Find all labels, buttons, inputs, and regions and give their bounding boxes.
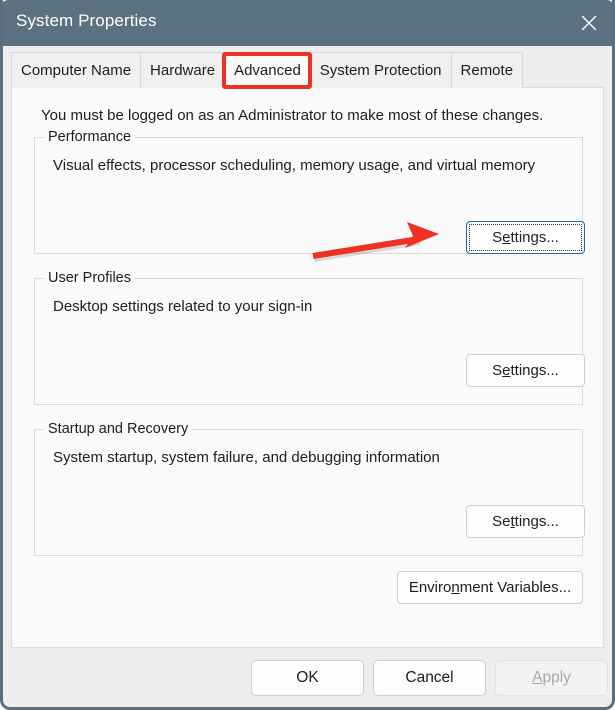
tab-hardware[interactable]: Hardware [140, 52, 226, 88]
performance-group: Performance Visual effects, processor sc… [34, 129, 585, 254]
btn-text: ttings... [510, 229, 559, 246]
btn-text: Enviro [408, 579, 452, 596]
btn-accel: e [502, 229, 511, 246]
btn-text: S [492, 229, 503, 246]
btn-accel: e [502, 362, 511, 379]
btn-accel: A [532, 669, 543, 686]
window-title: System Properties [16, 11, 157, 30]
startup-recovery-group-label: Startup and Recovery [44, 421, 193, 437]
btn-text: Se [492, 513, 511, 530]
user-profiles-group: User Profiles Desktop settings related t… [34, 270, 585, 405]
ok-button[interactable]: OK [251, 660, 364, 696]
btn-text: tings... [514, 513, 559, 530]
advanced-tab-panel: You must be logged on as an Administrato… [11, 87, 604, 648]
tab-computer-name[interactable]: Computer Name [11, 52, 142, 88]
tab-advanced[interactable]: Advanced [224, 52, 311, 88]
btn-accel: n [451, 579, 460, 596]
close-icon[interactable] [563, 0, 612, 46]
tab-label: Computer Name [21, 62, 132, 79]
tab-label: Advanced [234, 62, 301, 79]
tab-strip: Computer Name Hardware Advanced System P… [11, 52, 524, 88]
cancel-button[interactable]: Cancel [373, 660, 486, 696]
tab-label: Remote [460, 62, 514, 79]
btn-text: Cancel [405, 669, 454, 686]
performance-settings-button[interactable]: Settings... [466, 221, 585, 254]
btn-text: pply [542, 669, 571, 686]
startup-recovery-group: Startup and Recovery System startup, sys… [34, 421, 585, 556]
user-profiles-settings-button[interactable]: Settings... [466, 354, 585, 387]
btn-text: ttings... [510, 362, 559, 379]
dialog-footer: OK Cancel Apply [3, 651, 612, 707]
btn-text: OK [296, 669, 319, 686]
administrator-note: You must be logged on as an Administrato… [41, 107, 544, 124]
tab-label: System Protection [319, 62, 442, 79]
user-profiles-group-label: User Profiles [44, 270, 135, 286]
system-properties-dialog: System Properties Computer Name Hardware… [0, 0, 615, 710]
tab-system-protection[interactable]: System Protection [309, 52, 452, 88]
performance-group-label: Performance [44, 129, 136, 145]
btn-text: S [492, 362, 503, 379]
btn-text: ment Variables... [459, 579, 572, 596]
user-profiles-description: Desktop settings related to your sign-in [53, 298, 313, 315]
apply-button[interactable]: Apply [495, 660, 608, 696]
tab-remote[interactable]: Remote [450, 52, 524, 88]
startup-recovery-description: System startup, system failure, and debu… [53, 449, 440, 466]
title-bar: System Properties [3, 0, 612, 46]
performance-description: Visual effects, processor scheduling, me… [53, 157, 536, 174]
startup-recovery-settings-button[interactable]: Settings... [466, 505, 585, 538]
environment-variables-button[interactable]: Environment Variables... [397, 571, 583, 604]
tab-label: Hardware [150, 62, 216, 79]
